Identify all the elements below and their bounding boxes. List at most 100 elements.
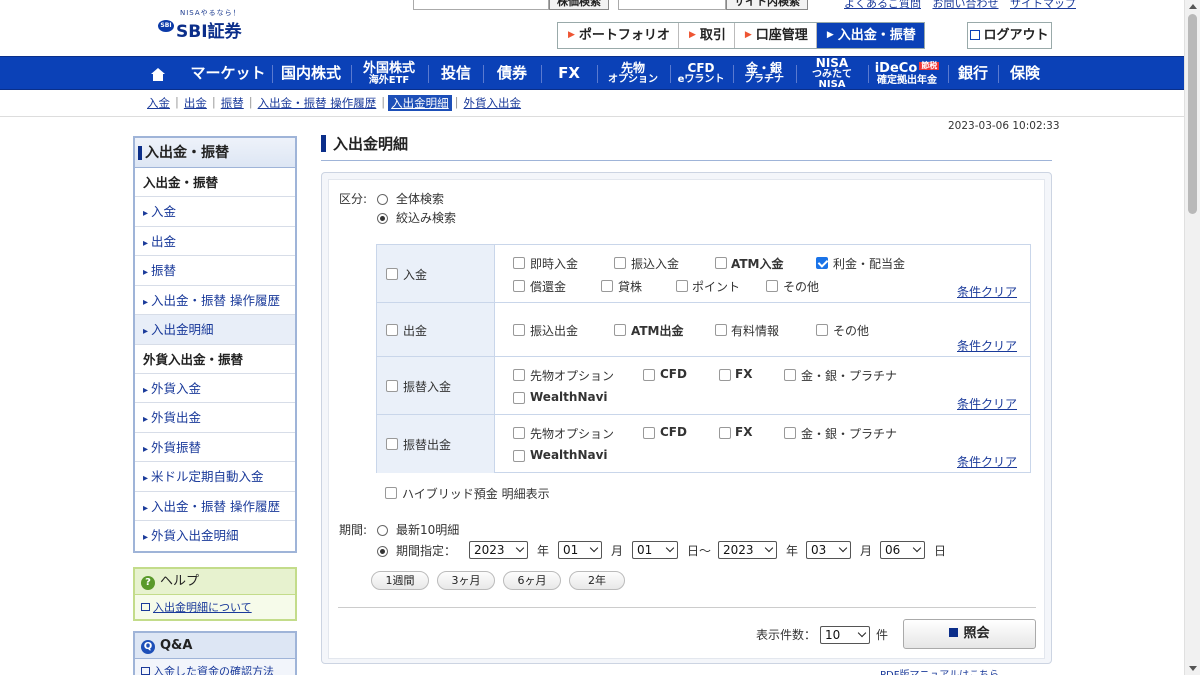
checkbox[interactable] (816, 324, 828, 336)
radio-latest-10[interactable] (377, 525, 388, 536)
checkbox[interactable] (513, 392, 525, 404)
nav-bonds[interactable]: 債券 (489, 57, 535, 91)
sidebar-item-fx-withdraw[interactable]: 外貨出金 (135, 403, 295, 433)
help-link[interactable]: 入出金明細について (135, 595, 295, 619)
checkbox[interactable] (513, 280, 525, 292)
hybrid-deposit-checkbox[interactable] (385, 487, 397, 499)
stock-search-button[interactable]: 株価検索 (549, 0, 609, 10)
quick-2-year-button[interactable]: 2年 (569, 571, 625, 590)
nav-fx[interactable]: FX (547, 57, 591, 91)
from-day-select[interactable]: 01 (632, 541, 678, 559)
qa-link[interactable]: 入金した資金の確認方法 (135, 659, 295, 675)
nav-deposit-transfer[interactable]: ▶ 入出金・振替 (816, 23, 924, 48)
checkbox[interactable] (766, 280, 778, 292)
from-month-select[interactable]: 01 (558, 541, 602, 559)
page-scrollbar[interactable] (1184, 0, 1200, 675)
sidebar-item-withdraw[interactable]: 出金 (135, 227, 295, 256)
clear-conditions-link[interactable]: 条件クリア (957, 283, 1017, 300)
faq-link[interactable]: よくあるご質問 (844, 0, 921, 10)
checkbox[interactable] (719, 427, 731, 439)
sidebar-item-transfer[interactable]: 振替 (135, 256, 295, 286)
nav-cfd[interactable]: CFD eワラント (673, 57, 729, 91)
checkbox[interactable] (513, 257, 525, 269)
sidebar-item-fx-history[interactable]: 入出金・振替 操作履歴 (135, 492, 295, 521)
radio-filter-search[interactable] (377, 213, 388, 224)
sbi-logo[interactable]: NISAやるなら！ SBI SBI証券 (158, 8, 258, 42)
checkbox[interactable] (784, 369, 796, 381)
sidebar-item-fx-deposit[interactable]: 外貨入金 (135, 374, 295, 403)
subnav-transfer[interactable]: 振替 (219, 95, 246, 111)
stock-search-input[interactable] (413, 0, 549, 10)
transfer-in-all-checkbox[interactable] (386, 380, 398, 392)
nav-precious-metals[interactable]: 金・銀 プラチナ (736, 57, 792, 91)
deposit-all-checkbox[interactable] (386, 268, 398, 280)
checkbox[interactable] (676, 280, 688, 292)
quick-3-month-button[interactable]: 3ヶ月 (437, 571, 495, 590)
to-day-select[interactable]: 06 (880, 541, 925, 559)
checkbox[interactable] (715, 257, 727, 269)
nav-funds[interactable]: 投信 (434, 57, 478, 91)
quick-6-month-button[interactable]: 6ヶ月 (503, 571, 561, 590)
sidebar-item-usd-auto[interactable]: 米ドル定期自動入金 (135, 462, 295, 492)
nav-futures-options[interactable]: 先物 オプション (600, 57, 666, 91)
checkbox[interactable] (513, 324, 525, 336)
from-year-select[interactable]: 2023 (469, 541, 528, 559)
scroll-thumb[interactable] (1188, 14, 1197, 214)
sitemap-link[interactable]: サイトマップ (1010, 0, 1076, 10)
subnav-history[interactable]: 入出金・振替 操作履歴 (256, 95, 379, 111)
checkbox[interactable] (719, 369, 731, 381)
nav-market[interactable]: マーケット (188, 57, 268, 91)
logout-button[interactable]: ログアウト (967, 22, 1052, 49)
window-icon (141, 666, 150, 675)
nav-trade[interactable]: ▶ 取引 (679, 23, 735, 48)
site-search-input[interactable] (618, 0, 726, 10)
sidebar-item-history[interactable]: 入出金・振替 操作履歴 (135, 286, 295, 315)
count-select[interactable]: 10 (820, 626, 870, 644)
home-nav-item[interactable] (145, 57, 171, 91)
quick-1-week-button[interactable]: 1週間 (371, 571, 429, 590)
nav-nisa[interactable]: NISA つみたてNISA (799, 57, 865, 91)
radio-period-specify[interactable] (377, 546, 388, 557)
nav-domestic-stock[interactable]: 国内株式 (277, 57, 345, 91)
sidebar-item-fx-statement[interactable]: 外貨入出金明細 (135, 521, 295, 551)
nav-account[interactable]: ▶ 口座管理 (735, 23, 817, 48)
to-month-select[interactable]: 03 (806, 541, 851, 559)
checkbox[interactable] (643, 369, 655, 381)
nav-insurance[interactable]: 保険 (1003, 57, 1047, 91)
subnav-statement[interactable]: 入出金明細 (388, 95, 452, 111)
checkbox[interactable] (513, 450, 525, 462)
subnav-withdraw[interactable]: 出金 (182, 95, 209, 111)
site-search-button[interactable]: サイト内検索 (726, 0, 808, 10)
checkbox[interactable] (513, 369, 525, 381)
nav-ideco[interactable]: iDeCo 節税 確定拠出年金 (871, 57, 943, 91)
checkbox[interactable] (513, 427, 525, 439)
checkbox[interactable] (601, 280, 613, 292)
checkbox[interactable] (643, 427, 655, 439)
scroll-down-icon[interactable] (1189, 666, 1197, 671)
nav-portfolio[interactable]: ▶ ポートフォリオ (558, 23, 679, 48)
subnav-deposit[interactable]: 入金 (145, 95, 172, 111)
scroll-up-icon[interactable] (1189, 4, 1197, 9)
help-title: ヘルプ (160, 573, 200, 589)
dividend-checkbox[interactable] (816, 257, 828, 269)
sidebar-item-fx-transfer[interactable]: 外貨振替 (135, 433, 295, 462)
checkbox[interactable] (614, 257, 626, 269)
inquiry-submit-button[interactable]: 照会 (903, 619, 1036, 649)
checkbox[interactable] (715, 324, 727, 336)
checkbox[interactable] (784, 427, 796, 439)
withdraw-all-checkbox[interactable] (386, 324, 398, 336)
clear-conditions-link[interactable]: 条件クリア (957, 337, 1017, 354)
sidebar-item-statement[interactable]: 入出金明細 (135, 315, 295, 345)
transfer-out-all-checkbox[interactable] (386, 438, 398, 450)
clear-conditions-link[interactable]: 条件クリア (957, 395, 1017, 412)
clear-conditions-link[interactable]: 条件クリア (957, 453, 1017, 470)
sidebar-item-deposit[interactable]: 入金 (135, 197, 295, 227)
bottom-partial-link[interactable]: PDF版マニュアルはこちら (880, 666, 999, 675)
nav-foreign-stock[interactable]: 外国株式 海外ETF (356, 57, 422, 91)
subnav-foreign[interactable]: 外貨入出金 (462, 95, 524, 111)
radio-all-search[interactable] (377, 194, 388, 205)
contact-link[interactable]: お問い合わせ (933, 0, 999, 10)
to-year-select[interactable]: 2023 (718, 541, 777, 559)
checkbox[interactable] (614, 324, 626, 336)
nav-bank[interactable]: 銀行 (952, 57, 994, 91)
